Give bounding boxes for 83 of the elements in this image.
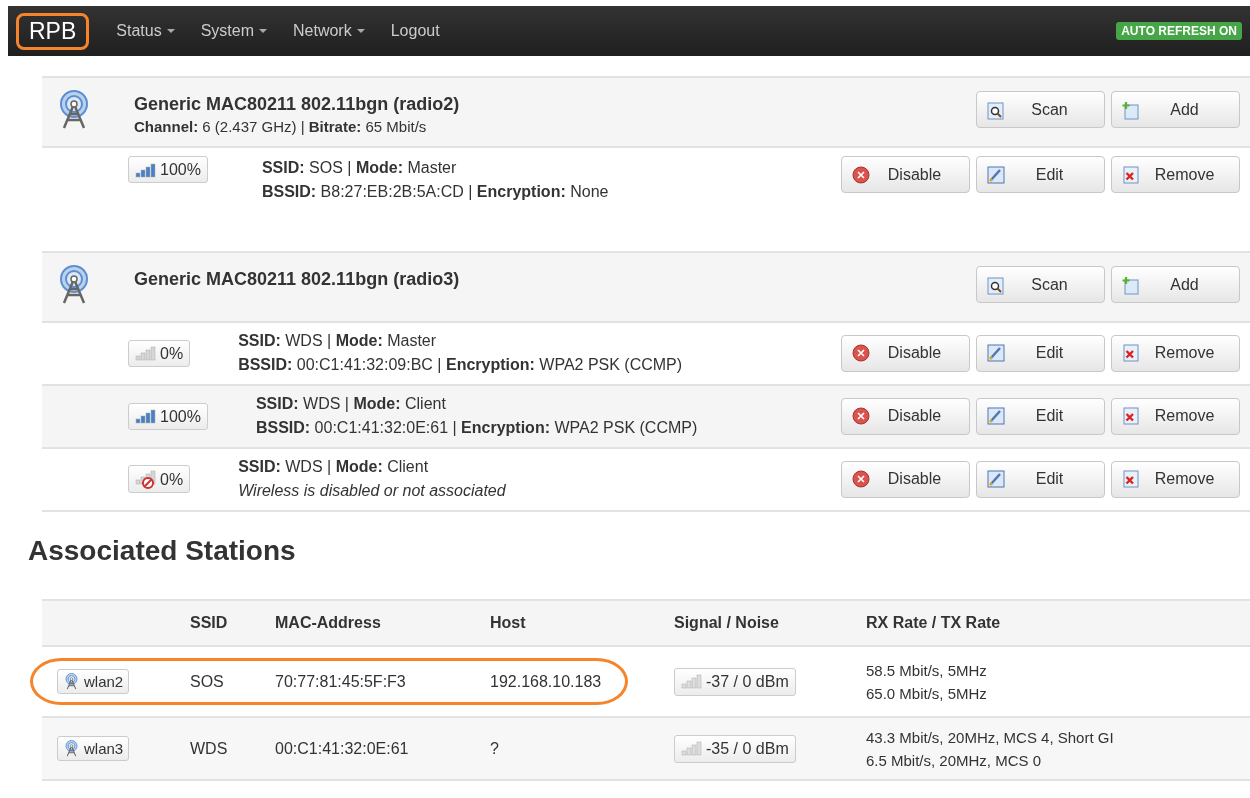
radio-info: Channel: 6 (2.437 GHz) | Bitrate: 65 Mbit/s xyxy=(134,118,428,135)
nav-menu[interactable]: Logout xyxy=(377,22,453,40)
edit-icon xyxy=(987,470,1005,488)
tx-rate: 6.5 Mbit/s, 20MHz, MCS 0 xyxy=(866,750,1043,771)
interface-button[interactable]: wlan2 xyxy=(57,669,130,694)
signal-bars-icon xyxy=(681,674,702,689)
edit-icon xyxy=(987,344,1005,362)
action-button[interactable]: Remove xyxy=(1111,334,1240,372)
signal-quality: 0% xyxy=(128,339,191,367)
remove-icon xyxy=(1122,470,1140,488)
action-button[interactable]: Edit xyxy=(976,156,1105,193)
edit-icon xyxy=(987,165,1005,184)
table-cell-text: SOS xyxy=(190,672,225,691)
column-header: SSID xyxy=(190,614,229,632)
table-cell-text: 70:77:81:45:5F:F3 xyxy=(275,672,407,691)
antenna-icon xyxy=(63,740,80,757)
action-button[interactable]: Add xyxy=(1111,266,1240,303)
table-cell-text: ? xyxy=(490,739,500,758)
network-info: SSID: WDS | Mode: Client xyxy=(238,457,430,477)
network-info: BSSID: 00:C1:41:32:09:BC | Encryption: WPA2 PSK (CCMP) xyxy=(238,355,684,375)
network-info: SSID: WDS | Mode: Client xyxy=(255,394,447,414)
signal-noise: -37 / 0 dBm xyxy=(674,667,796,696)
interface-button[interactable]: wlan3 xyxy=(57,736,130,761)
rx-rate: 43.3 Mbit/s, 20MHz, MCS 4, Short GI xyxy=(866,727,1115,748)
nav-menu[interactable]: Network xyxy=(280,22,378,40)
action-button[interactable]: Disable xyxy=(841,397,970,435)
caret-icon xyxy=(259,29,267,33)
status-note: Wireless is disabled or not associated xyxy=(238,481,507,501)
column-header: Host xyxy=(490,614,527,632)
caret-icon xyxy=(166,29,175,33)
rx-rate: 58.5 Mbit/s, 5MHz xyxy=(866,660,988,681)
disable-icon xyxy=(852,165,870,184)
action-button[interactable]: Scan xyxy=(976,91,1105,128)
section-heading: Associated Stations xyxy=(28,534,297,568)
table-cell-text: 192.168.10.183 xyxy=(490,672,603,691)
network-info: BSSID: B8:27:EB:2B:5A:CD | Encryption: None xyxy=(261,182,610,202)
remove-icon xyxy=(1122,344,1140,362)
signal-bars-icon xyxy=(681,741,702,756)
disable-icon xyxy=(852,407,870,425)
signal-quality: 100% xyxy=(128,156,208,183)
action-button[interactable]: Disable xyxy=(841,460,970,498)
edit-icon xyxy=(987,407,1005,425)
action-button[interactable]: Edit xyxy=(976,397,1105,435)
remove-icon xyxy=(1122,407,1140,425)
column-header: Signal / Noise xyxy=(674,614,780,632)
tx-rate: 65.0 Mbit/s, 5MHz xyxy=(866,683,988,704)
antenna-icon xyxy=(63,673,80,690)
action-button[interactable]: Disable xyxy=(841,334,970,372)
search-icon xyxy=(987,276,1005,295)
signal-quality: 0% xyxy=(128,465,191,493)
action-button[interactable]: Disable xyxy=(841,156,970,193)
disable-icon xyxy=(852,344,870,362)
action-button[interactable]: Edit xyxy=(976,334,1105,372)
caret-icon xyxy=(356,29,365,33)
remove-icon xyxy=(1122,165,1140,184)
add-icon xyxy=(1122,276,1140,295)
signal-bars-icon xyxy=(135,346,156,361)
add-icon xyxy=(1122,101,1140,120)
action-button[interactable]: Scan xyxy=(976,266,1105,303)
network-info: BSSID: 00:C1:41:32:0E:61 | Encryption: WPA2 PSK (CCMP) xyxy=(255,418,699,438)
column-header: MAC-Address xyxy=(275,614,382,632)
signal-bars-icon xyxy=(135,409,156,424)
radio-title: Generic MAC80211 802.11bgn (radio3) xyxy=(134,269,461,290)
action-button[interactable]: Remove xyxy=(1111,156,1240,193)
disable-icon xyxy=(852,470,870,488)
radio-title: Generic MAC80211 802.11bgn (radio2) xyxy=(134,94,461,115)
signal-disabled-icon xyxy=(135,470,156,489)
search-icon xyxy=(987,101,1005,120)
table-cell-text: WDS xyxy=(190,739,229,758)
action-button[interactable]: Edit xyxy=(976,460,1105,498)
action-button[interactable]: Remove xyxy=(1111,460,1240,498)
signal-bars-icon xyxy=(135,162,156,178)
table-cell-text: 00:C1:41:32:0E:61 xyxy=(275,739,410,758)
column-header: RX Rate / TX Rate xyxy=(866,614,1002,632)
action-button[interactable]: Remove xyxy=(1111,397,1240,435)
action-button[interactable]: Add xyxy=(1111,91,1240,128)
nav-menu[interactable]: Status xyxy=(103,22,188,40)
nav-menu[interactable]: System xyxy=(187,22,280,40)
signal-quality: 100% xyxy=(128,402,208,430)
network-info: SSID: SOS | Mode: Master xyxy=(261,158,458,178)
signal-noise: -35 / 0 dBm xyxy=(674,734,796,763)
brand-link[interactable]: RPB xyxy=(29,17,77,44)
network-info: SSID: WDS | Mode: Master xyxy=(238,331,438,351)
